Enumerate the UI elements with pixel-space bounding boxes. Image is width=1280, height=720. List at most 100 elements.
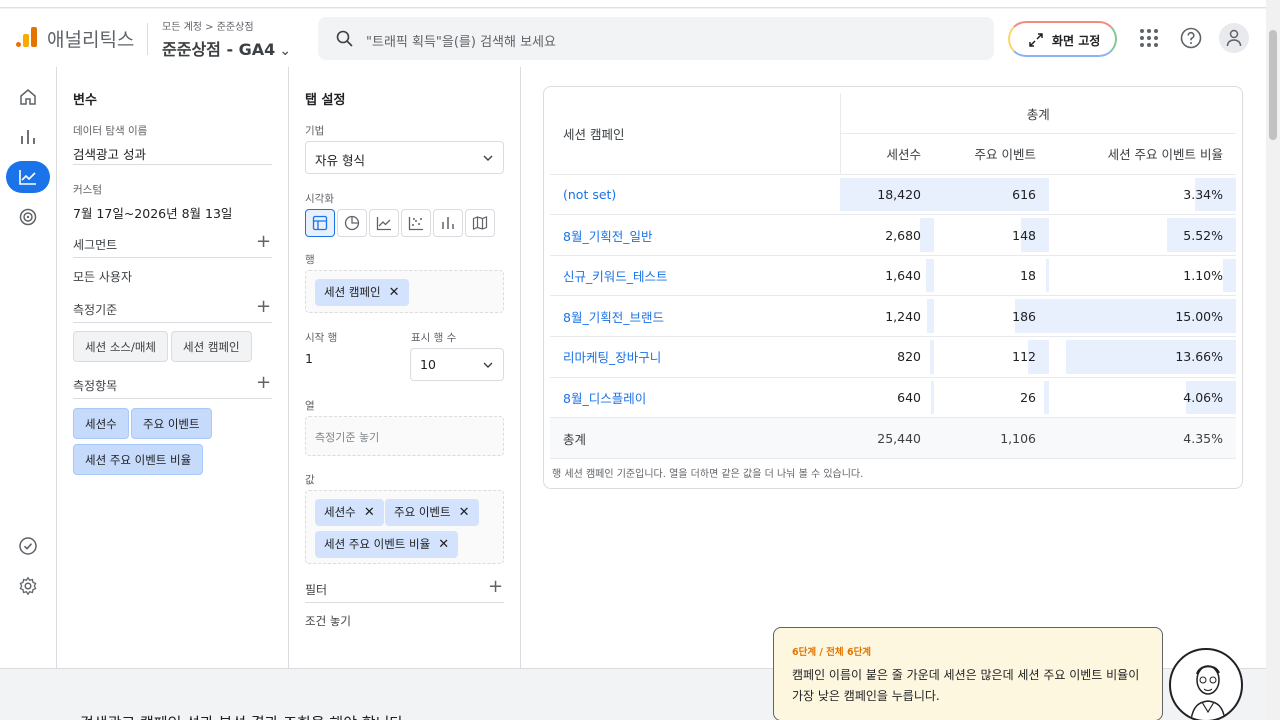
sessions-cell: 18,420 <box>840 174 934 216</box>
dimension-chip[interactable]: 세션 캠페인 <box>171 331 252 362</box>
nav-explore[interactable] <box>6 161 50 193</box>
value-chip[interactable]: 세션 주요 이벤트 비율 ✕ <box>315 531 459 558</box>
explore-name-input[interactable]: 검색광고 성과 <box>73 144 146 163</box>
campaign-link[interactable]: 리마케팅_장바구니 <box>563 350 661 365</box>
value-bar <box>1222 258 1236 293</box>
nav-admin[interactable] <box>6 570 50 602</box>
home-icon <box>20 89 36 105</box>
map-viz-button[interactable] <box>465 209 495 237</box>
close-icon[interactable]: ✕ <box>459 499 470 526</box>
key-events-cell: 26 <box>934 377 1049 419</box>
campaign-cell[interactable]: 8월_기획전_일반 <box>550 214 840 256</box>
nav-home[interactable] <box>6 81 50 113</box>
columns-placeholder: 측정기준 놓기 <box>315 431 380 444</box>
tour-message: 캠페인 이름이 붙은 줄 가운데 세션은 많은데 세션 주요 이벤트 비율이 가… <box>792 668 1140 703</box>
close-icon[interactable]: ✕ <box>389 279 400 306</box>
search-placeholder: "트래픽 획득"을(를) 검색해 보세요 <box>366 35 556 50</box>
person-sketch-icon <box>1190 665 1226 720</box>
campaign-cell[interactable]: 리마케팅_장바구니 <box>550 336 840 378</box>
pin-screen-button[interactable]: 화면 고정 <box>1008 21 1117 57</box>
campaign-cell[interactable]: 8월_기획전_브랜드 <box>550 295 840 338</box>
filters-placeholder[interactable]: 조건 놓기 <box>305 613 351 629</box>
chevron-down-icon <box>483 362 493 368</box>
key-events-column-header[interactable]: 주요 이벤트 <box>934 133 1049 175</box>
campaign-link[interactable]: 8월_기획전_일반 <box>563 229 652 244</box>
add-metric-button[interactable]: + <box>256 374 271 392</box>
table-viz-button[interactable] <box>305 209 335 237</box>
metric-chip[interactable]: 세션수 <box>73 408 129 439</box>
campaign-cell[interactable]: (not set) <box>550 174 840 216</box>
columns-drop-zone[interactable]: 측정기준 놓기 <box>305 416 504 456</box>
bar-viz-button[interactable] <box>433 209 463 237</box>
partial-instruction-text: 검색광고 캠페인 성과 분석 결과 조회을 해야 합니다 <box>80 712 403 720</box>
table-row[interactable]: (not set) 18,420 616 3.34% <box>550 174 1236 216</box>
cell-value: 13.66% <box>1175 349 1223 365</box>
show-rows-select[interactable]: 10 <box>410 348 504 381</box>
top-strip <box>0 0 1266 8</box>
analytics-logo-icon[interactable] <box>16 27 38 49</box>
help-icon[interactable] <box>1179 26 1203 50</box>
page-scrollbar[interactable] <box>1266 0 1280 720</box>
date-range-value[interactable]: 7월 17일~2026년 8월 13일 <box>73 203 232 222</box>
app-name[interactable]: 애널리틱스 <box>47 25 134 52</box>
scrollbar-thumb[interactable] <box>1269 30 1277 140</box>
row-dimension-chip[interactable]: 세션 캠페인 ✕ <box>315 279 409 306</box>
nav-reports[interactable] <box>6 121 50 153</box>
divider <box>73 398 272 399</box>
table-row[interactable]: 8월_기획전_일반 2,680 148 5.52% <box>550 214 1236 256</box>
close-icon[interactable]: ✕ <box>438 531 449 558</box>
table-row[interactable]: 신규_키워드_테스트 1,640 18 1.10% <box>550 255 1236 297</box>
rate-column-header[interactable]: 세션 주요 이벤트 비율 <box>1049 133 1236 175</box>
apps-grid-icon[interactable] <box>1137 26 1161 50</box>
campaign-link[interactable]: (not set) <box>563 187 616 202</box>
variables-panel: 변수 데이터 탐색 이름 검색광고 성과 커스텀 7월 17일~2026년 8월… <box>57 67 289 669</box>
rows-drop-zone[interactable]: 세션 캠페인 ✕ <box>305 270 504 313</box>
nav-advertising[interactable] <box>6 201 50 233</box>
sessions-column-header[interactable]: 세션수 <box>839 133 934 175</box>
start-row-input[interactable]: 1 <box>305 351 313 366</box>
nav-insights[interactable] <box>6 530 50 562</box>
property-selector[interactable]: 준준상점 - GA4 ⌄ <box>162 36 291 60</box>
scatter-viz-button[interactable] <box>401 209 431 237</box>
cell-value: 15.00% <box>1175 308 1223 324</box>
value-chip[interactable]: 주요 이벤트 ✕ <box>385 499 479 526</box>
show-rows-label: 표시 행 수 <box>411 332 457 344</box>
campaign-link[interactable]: 8월_기획전_브랜드 <box>563 310 664 325</box>
metric-chip[interactable]: 세션 주요 이벤트 비율 <box>73 444 204 475</box>
add-filter-button[interactable]: + <box>488 578 503 596</box>
segment-item[interactable]: 모든 사용자 <box>73 268 132 285</box>
values-drop-zone[interactable]: 세션수 ✕ 주요 이벤트 ✕ 세션 주요 이벤트 비율 ✕ <box>305 490 504 564</box>
rate-cell: 15.00% <box>1049 295 1236 338</box>
variables-title: 변수 <box>73 93 97 108</box>
date-range-label: 커스텀 <box>73 184 102 196</box>
add-dimension-button[interactable]: + <box>256 298 271 316</box>
header: 애널리틱스 모든 계정 > 준준상점 준준상점 - GA4 ⌄ "트래픽 획득"을… <box>0 9 1266 67</box>
visualization-label: 시각화 <box>305 193 334 205</box>
table-row[interactable]: 8월_디스플레이 640 26 4.06% <box>550 377 1236 419</box>
dimension-chip[interactable]: 세션 소스/매체 <box>73 331 169 362</box>
dimension-header[interactable]: 세션 캠페인 <box>550 93 840 175</box>
close-icon[interactable]: ✕ <box>364 499 375 526</box>
line-viz-button[interactable] <box>369 209 399 237</box>
technique-select[interactable]: 자유 형식 <box>305 141 504 174</box>
divider <box>73 322 272 323</box>
campaign-link[interactable]: 신규_키워드_테스트 <box>563 269 668 284</box>
donut-viz-button[interactable] <box>337 209 367 237</box>
donut-chart-icon <box>344 215 360 231</box>
campaign-cell[interactable]: 신규_키워드_테스트 <box>550 255 840 297</box>
add-segment-button[interactable]: + <box>256 233 271 251</box>
tour-tooltip: 6단계 / 전체 6단계 캠페인 이름이 붙은 줄 가운데 세션은 많은데 세션… <box>773 627 1163 720</box>
value-chip[interactable]: 세션수 ✕ <box>315 499 384 526</box>
key-events-cell: 148 <box>934 214 1049 256</box>
divider <box>73 257 272 258</box>
metric-chip[interactable]: 주요 이벤트 <box>131 408 212 439</box>
account-avatar[interactable] <box>1219 23 1249 53</box>
table-row[interactable]: 8월_기획전_브랜드 1,240 186 15.00% <box>550 295 1236 338</box>
search-bar[interactable]: "트래픽 획득"을(를) 검색해 보세요 <box>318 17 994 60</box>
segments-label: 세그먼트 <box>73 238 118 252</box>
total-sessions: 25,440 <box>840 417 934 459</box>
breadcrumb[interactable]: 모든 계정 > 준준상점 <box>162 18 254 33</box>
table-row[interactable]: 리마케팅_장바구니 820 112 13.66% <box>550 336 1236 378</box>
campaign-cell[interactable]: 8월_디스플레이 <box>550 377 840 419</box>
campaign-link[interactable]: 8월_디스플레이 <box>563 391 646 406</box>
